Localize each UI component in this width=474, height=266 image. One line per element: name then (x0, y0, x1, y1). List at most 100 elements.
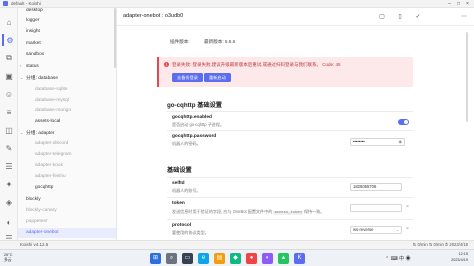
tree-item-database-sqlite[interactable]: database-sqlite (18, 85, 116, 95)
tree-item-gocqhttp[interactable]: gocqhttp (18, 183, 116, 193)
app-icon-purple[interactable]: ◐ (262, 253, 273, 264)
tree-group-database[interactable]: ⌄ 分组: database (18, 73, 116, 83)
save-icon[interactable]: ▢ (377, 12, 387, 22)
tree-item-adapter-discord[interactable]: adapter-discord (18, 139, 116, 149)
koishi-version: Koishi v4.12.5 (20, 242, 49, 247)
user-icon[interactable]: ☺ (2, 88, 16, 100)
market-icon[interactable]: ▣ (2, 70, 16, 82)
dependencies-icon[interactable]: ⧉ (2, 52, 16, 64)
tree-item-sandbox[interactable]: sandbox (18, 50, 116, 60)
app-icon-red[interactable]: ● (246, 253, 257, 264)
tree-item-label: blockly-canary (26, 208, 57, 213)
tree-item-adapter-onebot[interactable]: adapter-onebot (18, 228, 116, 238)
activity-bar: ⌂ ⚙ ⧉ ▣ ☺ ≡ ◫ ✎ ☰ ✦ ◈ ◐ ☰ (0, 8, 18, 249)
tree-item-label: desktop (26, 8, 43, 13)
protocol-value: ws-reverse (353, 227, 374, 232)
window-titlebar: default - Koishi – □ × (0, 0, 474, 8)
plugin-header: adapter-onebot : o3udb0 ▢ ▯ ✓ ⋯ (117, 8, 474, 26)
tree-item-assets-local[interactable]: assets-local (18, 117, 116, 127)
divider (167, 219, 413, 220)
tree-item-label: database-mysql (35, 98, 69, 103)
token-input[interactable] (350, 204, 402, 212)
tree-item-database-mongo[interactable]: database-mongo (18, 106, 116, 116)
close-icon[interactable]: × (463, 1, 472, 7)
chat-icon[interactable]: ✎ (2, 142, 16, 154)
content-scrollbar[interactable] (466, 32, 468, 122)
plugin-config-icon[interactable]: ⚙ (2, 34, 16, 46)
tree-item-adapter-feishu[interactable]: adapter-feishu (18, 172, 116, 182)
clear-protocol-icon[interactable]: × (406, 226, 409, 232)
koishi-taskbar-icon[interactable]: K (294, 253, 305, 264)
tree-item-adapter-kook[interactable]: adapter-kook (18, 161, 116, 171)
dark-mode-icon[interactable]: ◐ (2, 216, 16, 228)
logs-icon[interactable]: ☰ (2, 160, 16, 172)
edge-icon[interactable]: e (198, 253, 209, 264)
maximize-icon[interactable]: □ (454, 1, 463, 7)
field-label-gocqhttp-enabled: gocqhttp.enabled (172, 115, 212, 120)
tree-item-market[interactable]: market (18, 39, 116, 49)
minimize-icon[interactable]: – (445, 1, 454, 7)
tree-item-label: adapter-telegram (35, 152, 72, 157)
database-icon[interactable]: ≡ (2, 106, 16, 118)
gocqhttp-enabled-toggle[interactable] (398, 119, 409, 125)
task-view-icon[interactable]: ▭ (182, 253, 193, 264)
tree-item-status[interactable]: › status (18, 61, 116, 71)
tree-item-label: 分组: adapter (26, 131, 55, 136)
tree-item-label: database-mongo (35, 108, 72, 113)
field-desc-selfid: 机器人的账号。 (172, 188, 201, 193)
weather-widget[interactable]: 26°C 多云 (4, 253, 12, 263)
tree-item-label: status (26, 64, 39, 69)
field-desc-gocqhttp-password: 机器人的密码。 (172, 141, 201, 146)
tree-item-database-mysql[interactable]: database-mysql (18, 96, 116, 106)
tree-item-logger[interactable]: logger (18, 16, 116, 26)
file-explorer-icon[interactable]: ▤ (214, 253, 225, 264)
settings-icon[interactable]: ✦ (2, 178, 16, 190)
eye-icon[interactable]: ◉ (399, 139, 403, 145)
password-value: •••••••• (353, 139, 365, 144)
clear-token-icon[interactable]: × (406, 204, 409, 210)
window-title: default - Koishi (11, 1, 41, 6)
tree-group-adapter[interactable]: ⌄ 分组: adapter (18, 128, 116, 138)
restart-button[interactable]: 重新启动 (204, 73, 231, 82)
check-icon[interactable]: ✓ (413, 12, 423, 22)
stop-icon[interactable]: ▯ (395, 12, 405, 22)
gocqhttp-password-input[interactable]: •••••••• ◉ (350, 138, 405, 146)
tree-item-desktop[interactable]: desktop (18, 8, 116, 16)
qrcode-login-button[interactable]: 去备份登录 (172, 73, 203, 82)
login-error-alert: ! 登录失败: 登录失败,建议升级最新版本后重试,或通过扫码登录与我们联系。 C… (157, 57, 413, 87)
system-tray-icons[interactable]: ⌃ ⌨ 中 ◉ (385, 255, 411, 262)
app-icon-green[interactable]: ▲ (278, 253, 289, 264)
start-icon[interactable]: ⊞ (150, 253, 161, 264)
selfid-input[interactable]: 1826055706 (350, 183, 402, 191)
home-icon[interactable]: ⌂ (2, 16, 16, 28)
tree-item-adapter-telegram[interactable]: adapter-telegram (18, 150, 116, 160)
token-desc-text: 发送信息时用于验证的字段, 应与 OneBot 配置文件中的 (172, 209, 273, 214)
sandbox-icon[interactable]: ◈ (2, 196, 16, 208)
store-icon[interactable]: ◆ (230, 253, 241, 264)
search-icon[interactable]: ⌕ (166, 253, 177, 264)
field-desc-token: 发送信息时用于验证的字段, 应与 OneBot 配置文件中的 access_to… (172, 209, 324, 215)
tree-item-label: adapter-kook (35, 163, 63, 168)
field-desc-protocol: 要使用的协议类型。 (172, 230, 209, 235)
token-desc-tail: 保持一致。 (303, 209, 325, 214)
system-clock[interactable]: 12:15 2023/4/19 (451, 252, 468, 263)
divider (167, 111, 413, 112)
tree-item-puppeteer[interactable]: puppeteer (18, 217, 116, 227)
protocol-select[interactable]: ws-reverse ⌄ (350, 226, 402, 234)
tree-item-label: adapter-onebot (26, 230, 59, 235)
sidebar-scrollbar[interactable] (114, 8, 116, 68)
tree-item-label: adapter-discord (35, 141, 69, 146)
tree-item-insight[interactable]: insight (18, 27, 116, 37)
more-icon[interactable]: ⋯ (459, 12, 469, 22)
tree-item-blockly-canary[interactable]: blockly-canary (18, 206, 116, 216)
tree-item-blockly[interactable]: blockly (18, 195, 116, 205)
field-label-token: token (172, 201, 185, 206)
bot-icon[interactable]: ◫ (2, 124, 16, 136)
error-icon: ! (164, 62, 169, 67)
tree-item-label: market (26, 41, 41, 46)
section-title-basic: 基础设置 (167, 167, 192, 174)
section-title-gocqhttp: go-cqhttp 基础设置 (167, 102, 222, 109)
divider (167, 177, 413, 178)
tree-item-label: insight (26, 29, 40, 34)
field-desc-gocqhttp-enabled: 是否启动 go-cqhttp 子进程。 (172, 122, 225, 127)
